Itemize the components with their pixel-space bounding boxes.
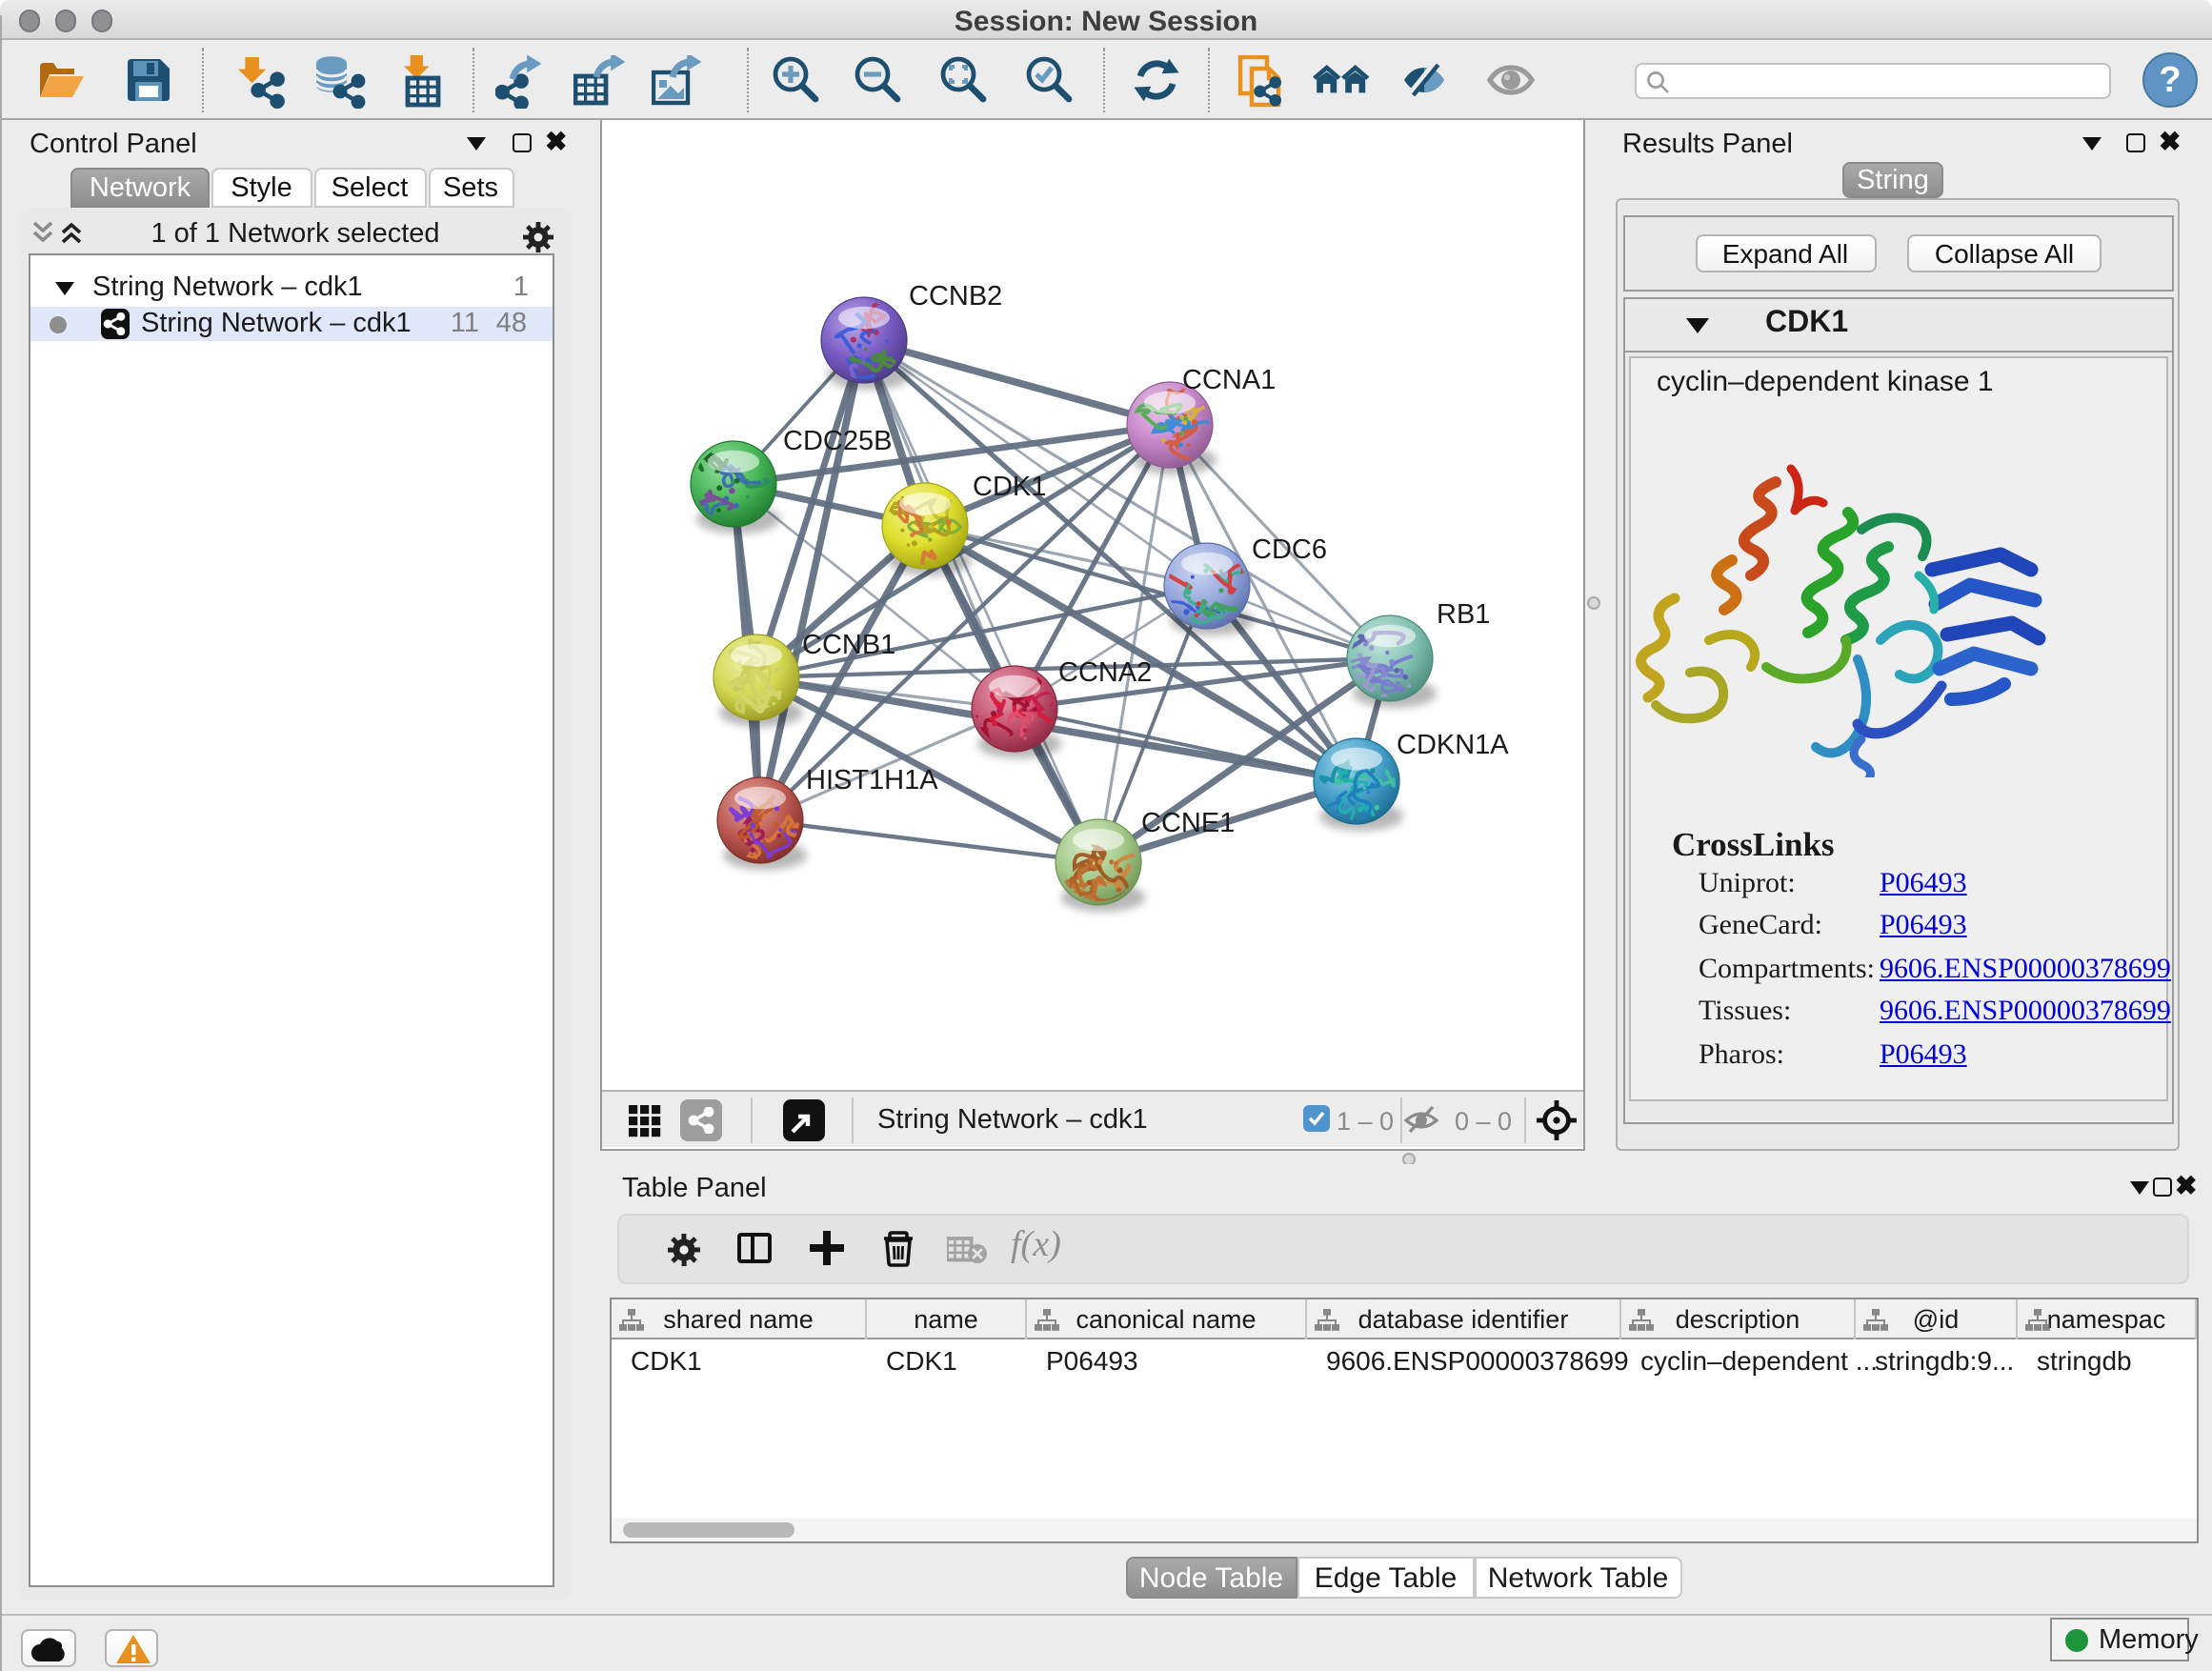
svg-text:HIST1H1A: HIST1H1A bbox=[805, 764, 937, 795]
svg-text:CCNE1: CCNE1 bbox=[1140, 807, 1234, 837]
svg-text:CDK1: CDK1 bbox=[972, 471, 1045, 501]
svg-text:?: ? bbox=[2158, 60, 2180, 100]
svg-text:CCNA2: CCNA2 bbox=[1057, 656, 1151, 687]
svg-text:CCNB1: CCNB1 bbox=[801, 629, 895, 659]
svg-text:CDKN1A: CDKN1A bbox=[1396, 729, 1508, 759]
svg-text:CCNA1: CCNA1 bbox=[1181, 364, 1275, 394]
svg-text:CCNB2: CCNB2 bbox=[908, 280, 1001, 311]
svg-text:RB1: RB1 bbox=[1436, 598, 1489, 629]
svg-text:CDC6: CDC6 bbox=[1251, 534, 1326, 564]
svg-text:CDC25B: CDC25B bbox=[782, 425, 891, 455]
